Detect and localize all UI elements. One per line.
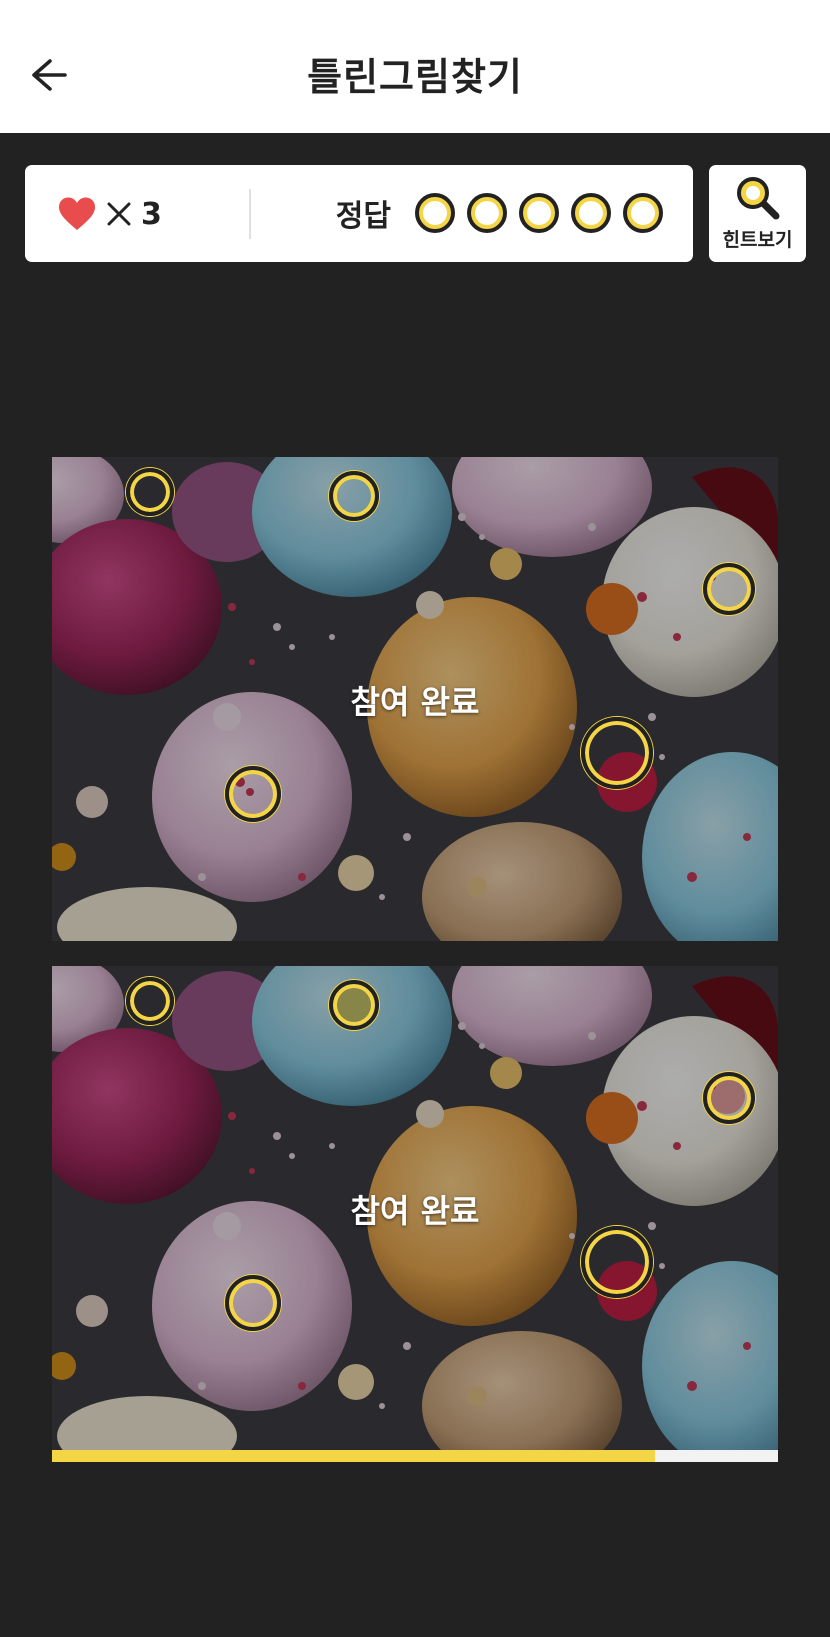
difference-marker — [581, 717, 653, 789]
magnifier-icon — [737, 177, 780, 220]
status-card: 3 정답 — [25, 165, 693, 262]
hint-label: 힌트보기 — [722, 229, 793, 251]
difference-marker — [225, 766, 281, 822]
timer-progress-bar — [52, 1450, 778, 1462]
heart-icon — [59, 197, 95, 230]
answers-indicator: 정답 — [336, 191, 663, 235]
answer-slot — [571, 193, 611, 233]
difference-marker — [329, 980, 379, 1030]
difference-marker — [329, 471, 379, 521]
answer-slot — [415, 193, 455, 233]
lives-indicator: 3 — [57, 193, 162, 235]
lives-count: 3 — [141, 196, 162, 232]
status-divider — [249, 189, 251, 239]
app-header: 틀린그림찾기 — [0, 0, 830, 133]
difference-marker — [225, 1275, 281, 1331]
completed-label: 참여 완료 — [350, 1192, 480, 1230]
hint-button[interactable]: 힌트보기 — [709, 165, 806, 262]
difference-marker — [581, 1226, 653, 1298]
answer-slot — [623, 193, 663, 233]
difference-marker — [126, 468, 174, 516]
page-title: 틀린그림찾기 — [307, 55, 523, 99]
answer-slot — [519, 193, 559, 233]
modified-image[interactable]: 참여 완료 — [52, 966, 778, 1450]
timer-progress-fill — [52, 1450, 655, 1462]
difference-marker — [703, 563, 755, 615]
answers-label: 정답 — [335, 199, 391, 234]
completed-label: 참여 완료 — [350, 683, 480, 721]
difference-marker — [703, 1072, 755, 1124]
answer-slot — [467, 193, 507, 233]
multiply-icon — [107, 202, 131, 226]
original-image[interactable]: 참여 완료 — [52, 457, 778, 941]
difference-marker — [126, 977, 174, 1025]
